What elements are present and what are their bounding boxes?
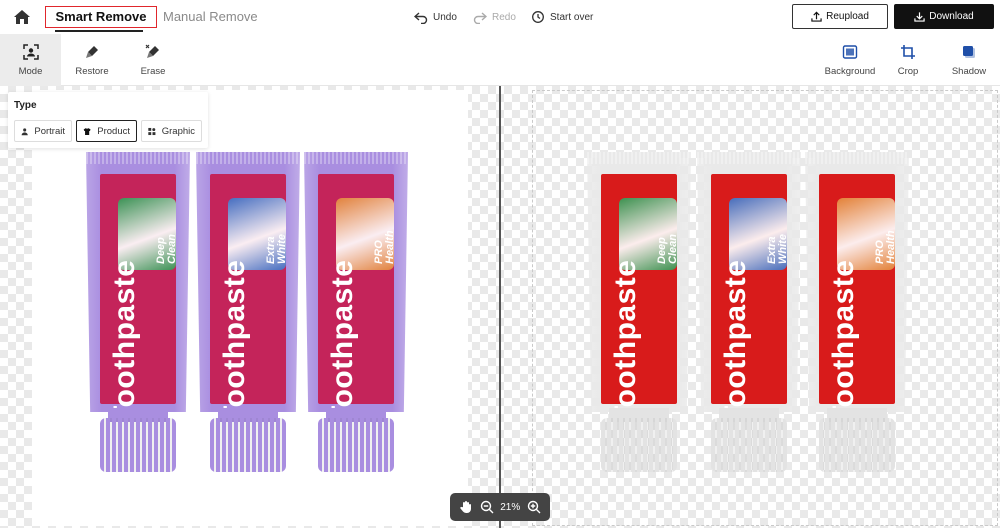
tool-mode-label: Mode	[18, 65, 43, 77]
tube-crimp	[805, 152, 909, 164]
download-icon	[914, 12, 925, 22]
erase-brush-icon	[145, 44, 159, 58]
zoom-level: 21%	[500, 501, 521, 513]
tube-body: Deep Clean Toothpaste	[86, 152, 190, 412]
tool-shadow-label: Shadow	[951, 65, 987, 77]
flavor-text: PRO Health	[373, 230, 396, 264]
toothpaste-tube: Deep Clean Toothpaste	[587, 152, 691, 472]
brand-text: Toothpaste	[719, 259, 752, 424]
upload-icon	[811, 11, 822, 22]
tube-label: Extra White Toothpaste	[210, 174, 288, 412]
tube-cap	[100, 418, 176, 472]
toothpaste-tube: PRO Health Toothpaste	[805, 152, 909, 472]
flavor-text: Deep Clean	[656, 234, 679, 264]
tool-crop[interactable]: Crop	[888, 34, 928, 86]
tube-body: PRO Health Toothpaste	[304, 152, 408, 412]
type-option-portrait[interactable]: Portrait	[14, 120, 72, 142]
home-icon[interactable]	[12, 7, 32, 27]
brand-text: Toothpaste	[108, 259, 141, 424]
tab-manual-remove[interactable]: Manual Remove	[163, 9, 258, 24]
top-bar: Smart Remove Manual Remove Undo Redo Sta…	[0, 0, 1000, 34]
toothpaste-tube: Extra White Toothpaste	[697, 152, 801, 472]
reupload-button[interactable]: Reupload	[792, 4, 888, 29]
tool-restore-label: Restore	[75, 65, 109, 77]
tube-body: PRO Health Toothpaste	[805, 152, 909, 412]
zoom-in-icon[interactable]	[527, 500, 541, 514]
tube-cap	[318, 418, 394, 472]
tube-body: Extra White Toothpaste	[697, 152, 801, 412]
person-icon	[21, 127, 28, 135]
start-over-label: Start over	[550, 11, 594, 23]
undo-icon	[414, 12, 428, 24]
tool-mode[interactable]: Mode	[0, 34, 61, 86]
shadow-icon	[963, 45, 975, 58]
download-button[interactable]: Download	[894, 4, 994, 29]
mode-icon	[22, 43, 39, 60]
flavor-text: Extra White	[265, 234, 288, 264]
restore-brush-icon	[86, 45, 98, 58]
zoom-controls: 21%	[450, 493, 550, 521]
tube-crimp	[86, 152, 190, 164]
download-label: Download	[929, 11, 974, 22]
flavor-text: Extra White	[766, 234, 789, 264]
tool-restore[interactable]: Restore	[66, 34, 118, 86]
tube-label: Extra White Toothpaste	[711, 174, 789, 412]
tube-body: Extra White Toothpaste	[196, 152, 300, 412]
brand-text: Toothpaste	[326, 259, 359, 424]
type-panel: Type Portrait Product Graphic	[8, 92, 208, 148]
tool-shadow[interactable]: Shadow	[946, 34, 992, 86]
compare-divider-handle[interactable]	[499, 86, 501, 528]
toothpaste-tube: Extra White Toothpaste	[196, 152, 300, 472]
crop-icon	[901, 44, 915, 59]
tube-cap	[711, 418, 787, 472]
type-option-product-label: Product	[97, 125, 130, 137]
tool-erase[interactable]: Erase	[128, 34, 178, 86]
undo-button[interactable]: Undo	[414, 10, 457, 24]
redo-label: Redo	[492, 11, 516, 23]
toothpaste-tube: Deep Clean Toothpaste	[86, 152, 190, 472]
tube-cap	[601, 418, 677, 472]
tube-crimp	[196, 152, 300, 164]
tube-cap	[819, 418, 895, 472]
toothpaste-tube: PRO Health Toothpaste	[304, 152, 408, 472]
tab-smart-remove[interactable]: Smart Remove	[45, 6, 157, 28]
type-option-product[interactable]: Product	[76, 120, 137, 142]
tool-crop-label: Crop	[897, 65, 919, 77]
brand-text: Toothpaste	[218, 259, 251, 424]
tool-background-label: Background	[824, 65, 876, 77]
undo-label: Undo	[433, 11, 457, 23]
tube-crimp	[304, 152, 408, 164]
tube-label: Deep Clean Toothpaste	[601, 174, 679, 412]
type-title: Type	[14, 100, 37, 111]
tool-erase-label: Erase	[140, 65, 166, 77]
start-over-button[interactable]: Start over	[531, 10, 593, 24]
tube-cap	[210, 418, 286, 472]
flavor-text: Deep Clean	[155, 234, 178, 264]
shapes-icon	[148, 127, 156, 135]
tube-label: PRO Health Toothpaste	[819, 174, 897, 412]
flavor-text: PRO Health	[874, 230, 897, 264]
type-option-graphic-label: Graphic	[161, 125, 195, 137]
reupload-label: Reupload	[826, 11, 869, 22]
tube-crimp	[587, 152, 691, 164]
tshirt-icon	[83, 127, 91, 135]
redo-icon	[473, 12, 487, 24]
hand-pan-icon[interactable]	[459, 500, 473, 514]
active-tab-underline	[55, 30, 143, 32]
history-icon	[532, 11, 544, 23]
brand-text: Toothpaste	[827, 259, 860, 424]
type-option-portrait-label: Portrait	[34, 125, 65, 137]
tube-label: Deep Clean Toothpaste	[100, 174, 178, 412]
tube-body: Deep Clean Toothpaste	[587, 152, 691, 412]
brand-text: Toothpaste	[609, 259, 642, 424]
toolbar: Mode Restore Erase Background Crop Shado…	[0, 34, 1000, 86]
type-option-graphic[interactable]: Graphic	[141, 120, 202, 142]
redo-button[interactable]: Redo	[473, 10, 516, 24]
zoom-out-icon[interactable]	[480, 500, 494, 514]
tube-label: PRO Health Toothpaste	[318, 174, 396, 412]
tool-background[interactable]: Background	[822, 34, 878, 86]
tube-crimp	[697, 152, 801, 164]
background-icon	[842, 44, 858, 59]
